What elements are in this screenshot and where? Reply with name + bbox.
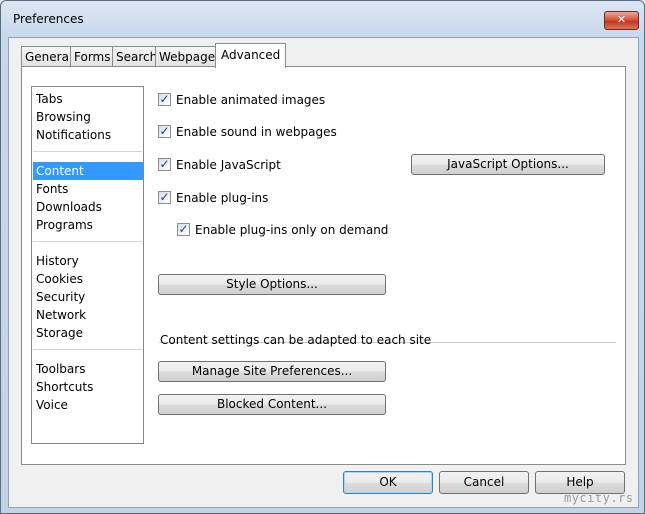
- nav-item-cookies[interactable]: Cookies: [33, 270, 143, 288]
- nav-item-fonts[interactable]: Fonts: [33, 180, 143, 198]
- checkmark-icon: ✓: [159, 92, 170, 106]
- checkbox-box[interactable]: ✓: [158, 157, 171, 171]
- dialog-client-area: General Forms Search Webpages Advanced T…: [8, 37, 639, 508]
- checkbox-box[interactable]: ✓: [177, 222, 190, 236]
- category-list[interactable]: Tabs Browsing Notifications Content Font…: [31, 86, 144, 444]
- tab-advanced[interactable]: Advanced: [215, 43, 287, 68]
- nav-separator: [33, 349, 142, 350]
- blocked-content-button[interactable]: Blocked Content...: [158, 394, 386, 415]
- nav-item-toolbars[interactable]: Toolbars: [33, 360, 143, 378]
- nav-separator: [33, 151, 142, 152]
- checkbox-box[interactable]: ✓: [158, 124, 171, 138]
- nav-item-network[interactable]: Network: [33, 306, 143, 324]
- nav-item-security[interactable]: Security: [33, 288, 143, 306]
- advanced-tab-panel: Tabs Browsing Notifications Content Font…: [21, 66, 626, 465]
- nav-item-content[interactable]: Content: [33, 162, 143, 180]
- manage-site-preferences-button[interactable]: Manage Site Preferences...: [158, 361, 386, 382]
- checkbox-label: Enable plug-ins: [176, 191, 269, 205]
- tab-general[interactable]: General: [21, 46, 77, 67]
- nav-item-shortcuts[interactable]: Shortcuts: [33, 378, 143, 396]
- checkbox-box[interactable]: ✓: [158, 190, 171, 204]
- checkbox-box[interactable]: ✓: [158, 92, 171, 106]
- cancel-button[interactable]: Cancel: [439, 471, 529, 494]
- checkmark-icon: ✓: [159, 157, 170, 171]
- window-title: Preferences: [13, 12, 84, 26]
- nav-item-voice[interactable]: Voice: [33, 396, 143, 414]
- javascript-options-button[interactable]: JavaScript Options...: [411, 154, 605, 175]
- title-bar[interactable]: Preferences ✕: [1, 1, 644, 37]
- watermark-text: mycity.rs: [564, 491, 634, 505]
- checkmark-icon: ✓: [159, 190, 170, 204]
- preferences-window: Preferences ✕ General Forms Search Webpa…: [0, 0, 645, 514]
- nav-item-history[interactable]: History: [33, 252, 143, 270]
- checkmark-icon: ✓: [159, 124, 170, 138]
- checkbox-label: Enable sound in webpages: [176, 125, 337, 139]
- nav-item-storage[interactable]: Storage: [33, 324, 143, 342]
- checkbox-label: Enable JavaScript: [176, 158, 281, 172]
- checkbox-label: Enable animated images: [176, 93, 326, 107]
- tab-forms[interactable]: Forms: [70, 46, 115, 67]
- checkmark-icon: ✓: [178, 222, 189, 236]
- checkbox-label: Enable plug-ins only on demand: [195, 223, 389, 237]
- nav-item-tabs[interactable]: Tabs: [33, 90, 143, 108]
- style-options-button[interactable]: Style Options...: [158, 274, 386, 295]
- close-button[interactable]: ✕: [604, 11, 639, 30]
- nav-separator: [33, 241, 142, 242]
- nav-item-downloads[interactable]: Downloads: [33, 198, 143, 216]
- nav-item-browsing[interactable]: Browsing: [33, 108, 143, 126]
- ok-button[interactable]: OK: [343, 471, 433, 494]
- close-icon: ✕: [616, 13, 627, 26]
- nav-item-notifications[interactable]: Notifications: [33, 126, 143, 144]
- site-settings-text: Content settings can be adapted to each …: [160, 333, 432, 347]
- tab-search[interactable]: Search: [112, 46, 162, 67]
- nav-item-programs[interactable]: Programs: [33, 216, 143, 234]
